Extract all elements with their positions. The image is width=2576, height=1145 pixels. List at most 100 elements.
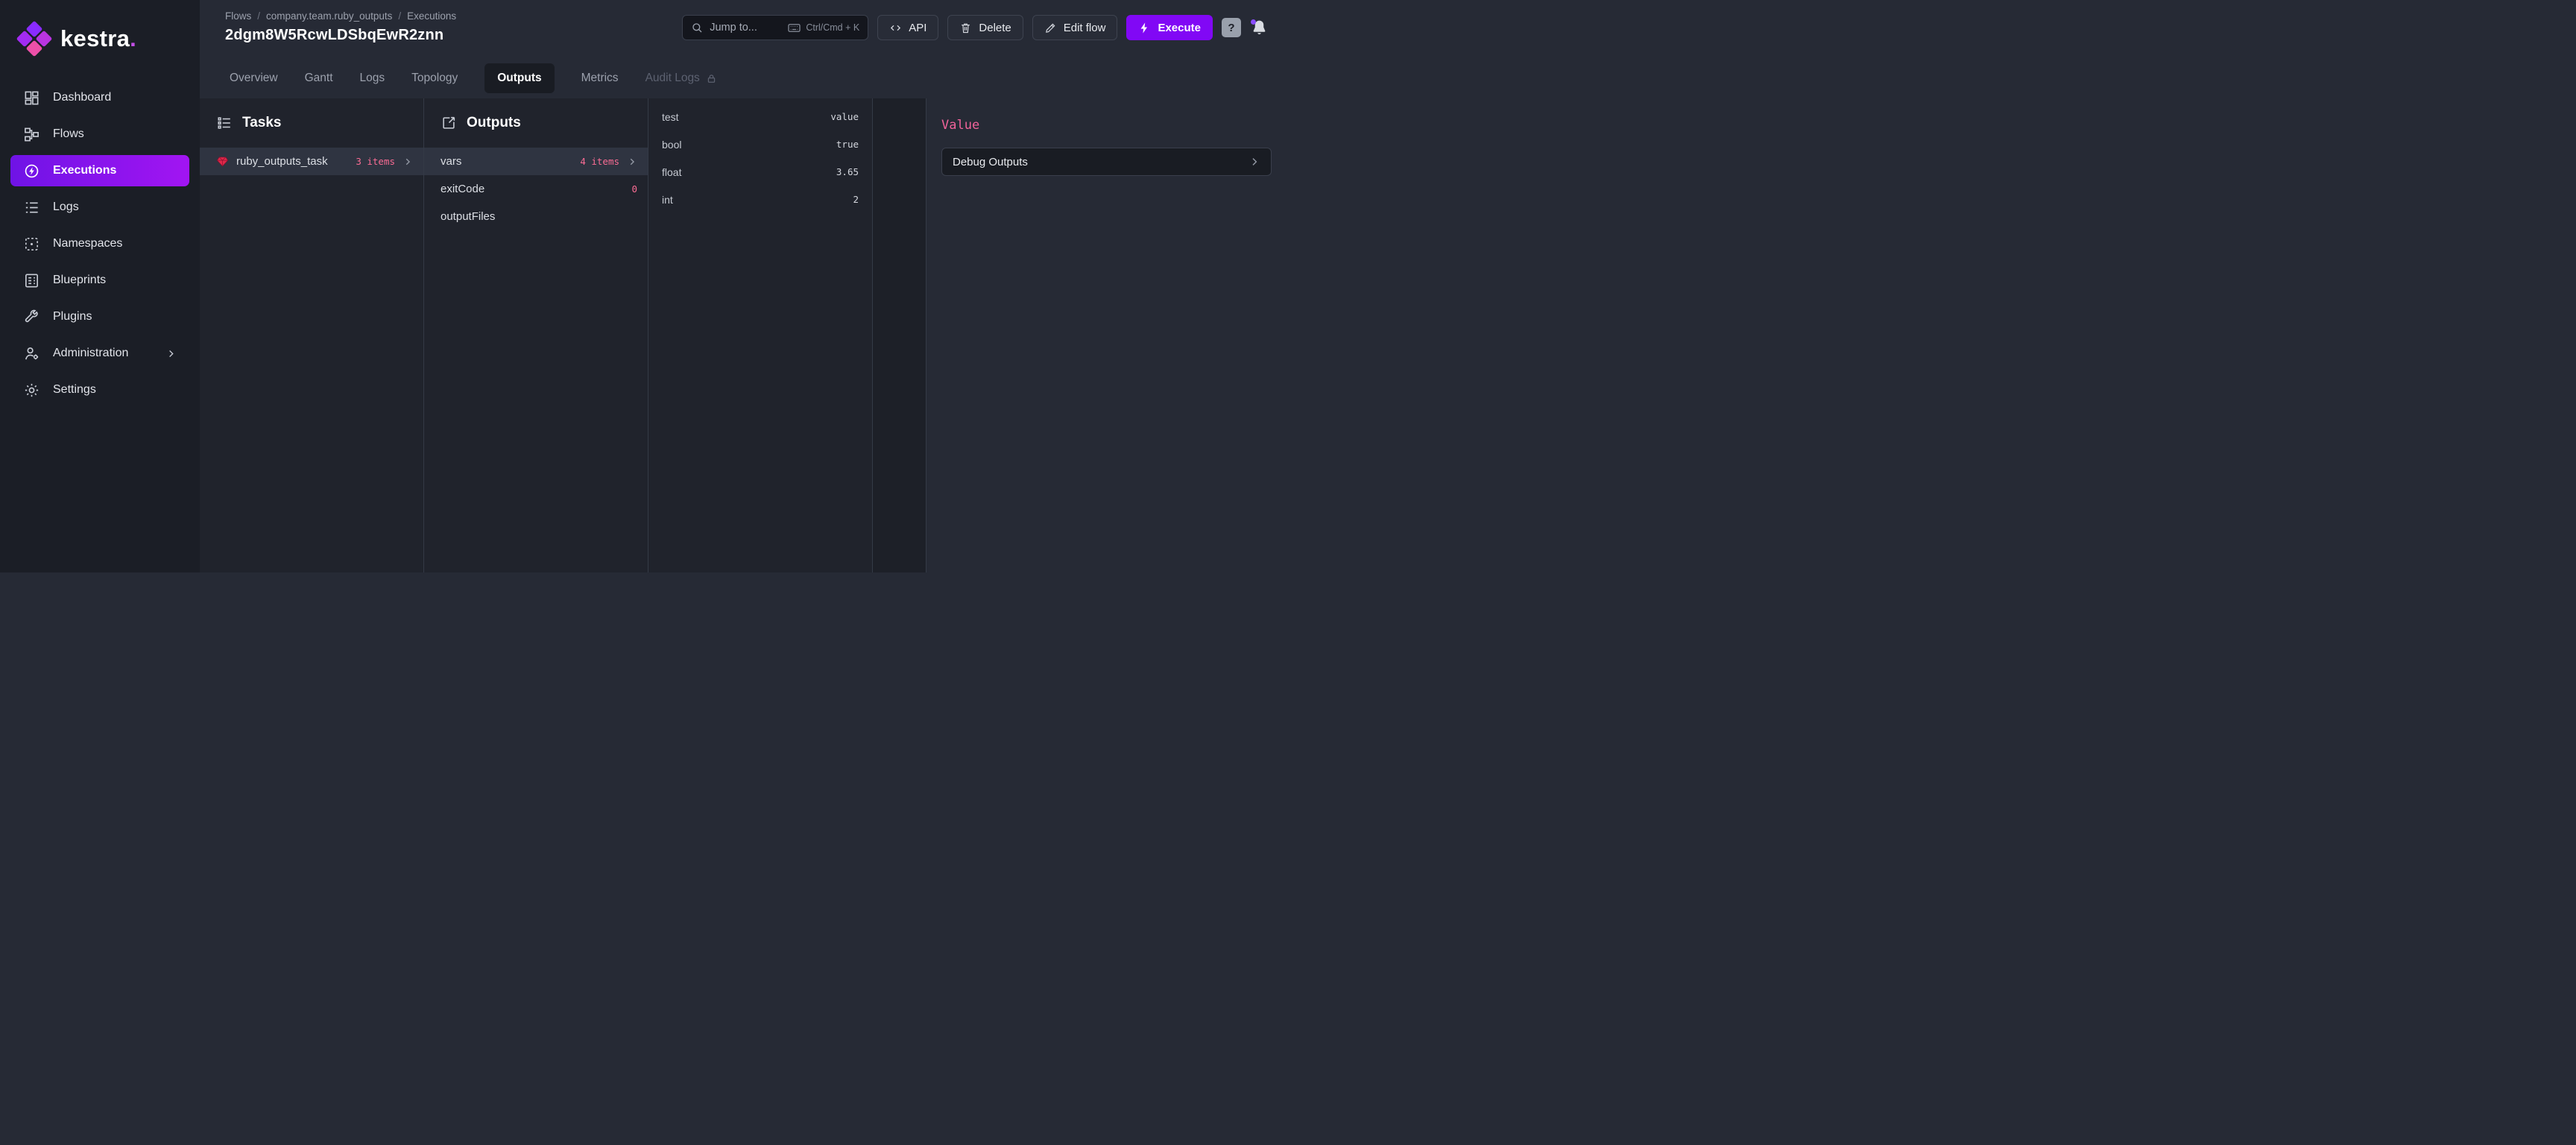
sidebar-item-namespaces[interactable]: Namespaces — [10, 228, 189, 259]
output-row-vars[interactable]: vars 4 items — [424, 148, 648, 175]
breadcrumb-namespace[interactable]: company.team.ruby_outputs — [266, 10, 392, 22]
task-row-ruby-outputs-task[interactable]: ruby_outputs_task 3 items — [200, 148, 423, 175]
help-button[interactable]: ? — [1222, 18, 1241, 37]
vars-detail-column: test value bool true float 3.65 int 2 — [648, 98, 873, 572]
tab-logs[interactable]: Logs — [360, 72, 385, 85]
breadcrumb-flows[interactable]: Flows — [225, 10, 251, 22]
tab-label: Logs — [360, 72, 385, 85]
sidebar-item-administration[interactable]: Administration — [10, 338, 189, 369]
kv-value: 2 — [853, 194, 859, 205]
outputs-box-icon — [441, 115, 457, 131]
sidebar-item-blueprints[interactable]: Blueprints — [10, 265, 189, 296]
chevron-right-icon — [165, 348, 177, 359]
edit-flow-button-label: Edit flow — [1064, 22, 1106, 34]
kv-row-bool[interactable]: bool true — [648, 130, 872, 158]
tab-outputs[interactable]: Outputs — [484, 63, 554, 93]
sidebar-item-logs[interactable]: Logs — [10, 192, 189, 223]
delete-button[interactable]: Delete — [947, 15, 1023, 40]
help-button-label: ? — [1228, 22, 1234, 34]
sidebar-item-flows[interactable]: Flows — [10, 119, 189, 150]
api-button-label: API — [909, 22, 926, 34]
kv-key: test — [662, 111, 679, 123]
kv-row-int[interactable]: int 2 — [648, 186, 872, 213]
kv-key: int — [662, 194, 673, 206]
output-row-outputfiles[interactable]: outputFiles — [424, 203, 648, 230]
sidebar-item-label: Flows — [53, 127, 84, 141]
sidebar-item-label: Dashboard — [53, 91, 111, 104]
breadcrumb: Flows / company.team.ruby_outputs / Exec… — [225, 10, 456, 22]
execute-button-label: Execute — [1158, 22, 1201, 34]
search-shortcut: Ctrl/Cmd + K — [787, 21, 859, 35]
tab-gantt[interactable]: Gantt — [305, 72, 333, 85]
breadcrumb-separator: / — [398, 10, 401, 22]
tasks-column: Tasks ruby_outputs_task 3 items — [200, 98, 424, 572]
sidebar-item-settings[interactable]: Settings — [10, 374, 189, 406]
output-row-label: outputFiles — [441, 210, 495, 223]
pencil-icon — [1044, 22, 1057, 34]
execute-button[interactable]: Execute — [1126, 15, 1213, 40]
outputs-column-title: Outputs — [467, 115, 521, 131]
output-row-exitcode[interactable]: exitCode 0 — [424, 175, 648, 203]
debug-outputs-button[interactable]: Debug Outputs — [941, 148, 1272, 176]
tasks-column-header: Tasks — [200, 98, 423, 148]
lock-icon — [706, 73, 717, 84]
sidebar-item-dashboard[interactable]: Dashboard — [10, 82, 189, 113]
kv-key: float — [662, 166, 681, 178]
outputs-column-header: Outputs — [424, 98, 648, 148]
outputs-column: Outputs vars 4 items exitCode 0 — [424, 98, 648, 572]
trash-icon — [959, 22, 972, 34]
tasks-list-icon — [216, 115, 233, 131]
api-button[interactable]: API — [877, 15, 938, 40]
task-row-count-badge: 3 items — [356, 156, 395, 167]
task-row-label: ruby_outputs_task — [236, 155, 328, 168]
settings-icon — [23, 382, 40, 399]
edit-flow-button[interactable]: Edit flow — [1032, 15, 1118, 40]
tab-overview[interactable]: Overview — [230, 72, 278, 85]
output-row-label: vars — [441, 155, 461, 168]
notifications-bell-icon[interactable] — [1250, 19, 1269, 37]
sidebar-nav: Dashboard Flows Executions Logs — [0, 82, 200, 406]
sidebar-item-label: Executions — [53, 164, 116, 177]
lightning-icon — [1138, 22, 1151, 34]
tab-label: Topology — [411, 72, 458, 85]
outputs-content: Tasks ruby_outputs_task 3 items — [200, 98, 1288, 572]
administration-icon — [23, 345, 40, 362]
search-shortcut-label: Ctrl/Cmd + K — [806, 22, 859, 33]
namespaces-icon — [23, 236, 40, 253]
kv-row-test[interactable]: test value — [648, 103, 872, 130]
kestra-logo-text: kestra. — [60, 25, 136, 52]
tab-label: Gantt — [305, 72, 333, 85]
chevron-right-icon — [1248, 156, 1260, 168]
jump-to-search[interactable]: Jump to... Ctrl/Cmd + K — [682, 15, 868, 40]
tab-label: Outputs — [497, 72, 541, 85]
main-area: Flows / company.team.ruby_outputs / Exec… — [200, 0, 1288, 572]
kv-row-float[interactable]: float 3.65 — [648, 158, 872, 186]
tasks-list: ruby_outputs_task 3 items — [200, 148, 423, 175]
sidebar-item-label: Namespaces — [53, 237, 122, 250]
top-bar: Flows / company.team.ruby_outputs / Exec… — [200, 0, 1288, 58]
notification-dot — [1251, 19, 1256, 25]
tab-metrics[interactable]: Metrics — [581, 72, 619, 85]
value-panel: Value Debug Outputs — [926, 98, 1288, 572]
kv-value: true — [836, 139, 859, 150]
sidebar: kestra. Dashboard Flows Executions — [0, 0, 200, 572]
sidebar-item-executions[interactable]: Executions — [10, 155, 189, 186]
logs-icon — [23, 199, 40, 216]
sidebar-item-label: Settings — [53, 383, 96, 397]
breadcrumb-executions[interactable]: Executions — [407, 10, 456, 22]
value-panel-title: Value — [941, 118, 1272, 133]
sidebar-item-label: Administration — [53, 347, 128, 360]
tab-audit-logs[interactable]: Audit Logs — [645, 72, 717, 85]
blueprints-icon — [23, 272, 40, 289]
kestra-logo[interactable]: kestra. — [0, 18, 200, 60]
output-row-count-badge: 4 items — [580, 156, 619, 167]
sidebar-item-plugins[interactable]: Plugins — [10, 301, 189, 332]
tab-label: Overview — [230, 72, 278, 85]
output-row-value-badge: 0 — [631, 183, 637, 195]
tab-topology[interactable]: Topology — [411, 72, 458, 85]
breadcrumb-separator: / — [257, 10, 260, 22]
output-row-label: exitCode — [441, 183, 484, 195]
search-placeholder: Jump to... — [710, 22, 780, 34]
executions-icon — [23, 163, 40, 180]
search-icon — [691, 22, 703, 34]
